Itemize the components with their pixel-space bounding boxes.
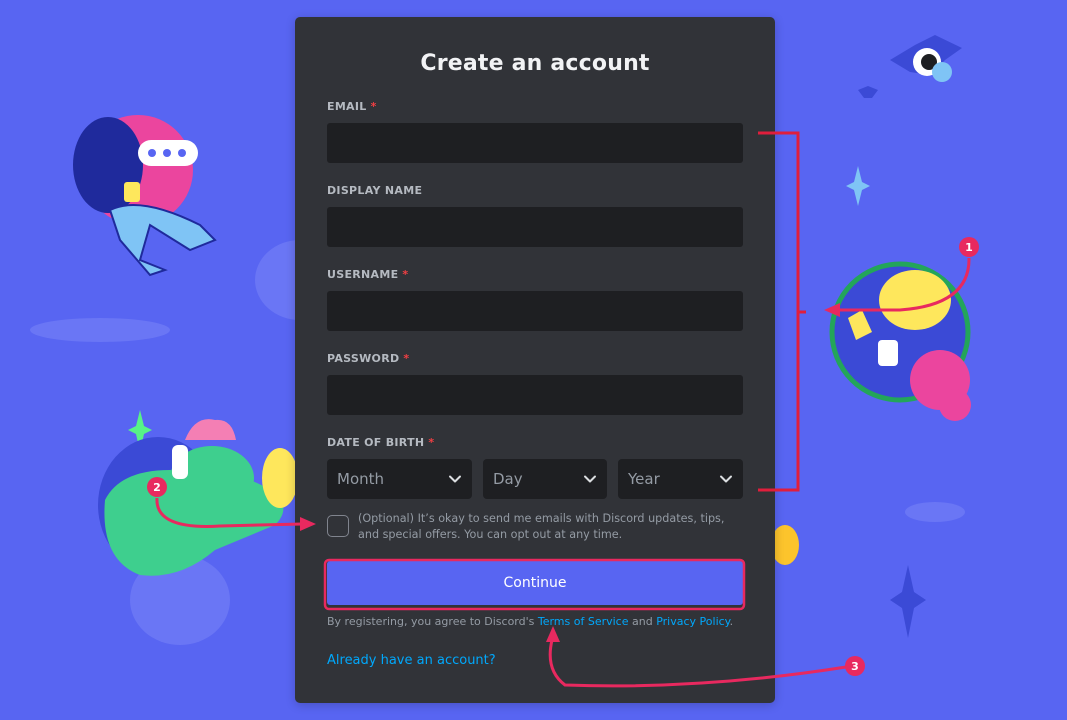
password-label-text: PASSWORD	[327, 352, 400, 365]
page-title: Create an account	[420, 51, 650, 76]
dob-label-text: DATE OF BIRTH	[327, 436, 425, 449]
terms-suffix: .	[729, 615, 734, 628]
display-name-label: DISPLAY NAME	[327, 184, 422, 197]
day-select-value: Day	[493, 470, 523, 488]
login-link[interactable]: Already have an account?	[327, 653, 496, 668]
month-select-value: Month	[337, 470, 385, 488]
email-label-text: EMAIL	[327, 100, 367, 113]
terms-middle: and	[628, 615, 657, 628]
email-label: EMAIL *	[327, 100, 377, 113]
display-name-field[interactable]	[327, 207, 743, 247]
email-field[interactable]	[327, 123, 743, 163]
terms-notice: By registering, you agree to Discord's T…	[327, 615, 733, 628]
email-optin-text: (Optional) It’s okay to send me emails w…	[358, 512, 725, 541]
display-name-label-text: DISPLAY NAME	[327, 184, 423, 197]
terms-prefix: By registering, you agree to Discord's	[327, 615, 538, 628]
username-field[interactable]	[327, 291, 743, 331]
password-field[interactable]	[327, 375, 743, 415]
username-label-text: USERNAME	[327, 268, 399, 281]
required-mark: *	[403, 352, 410, 365]
required-mark: *	[402, 268, 409, 281]
year-select[interactable]: Year	[618, 459, 743, 499]
register-card: Create an account EMAIL * DISPLAY NAME US…	[295, 17, 775, 703]
dancing-character-illustration	[829, 261, 971, 421]
month-select[interactable]: Month	[327, 459, 472, 499]
terms-of-service-link[interactable]: Terms of Service	[538, 615, 629, 628]
bat-character-illustration	[858, 35, 962, 98]
chevron-down-icon	[449, 475, 461, 483]
continue-button[interactable]: Continue	[327, 561, 743, 605]
required-mark: *	[370, 100, 377, 113]
password-label: PASSWORD *	[327, 352, 409, 365]
required-mark: *	[428, 436, 435, 449]
year-select-value: Year	[628, 470, 660, 488]
chevron-down-icon	[720, 475, 732, 483]
reading-character-illustration	[73, 115, 217, 277]
email-optin-checkbox[interactable]	[327, 515, 349, 537]
dob-label: DATE OF BIRTH *	[327, 436, 434, 449]
chevron-down-icon	[584, 475, 596, 483]
username-label: USERNAME *	[327, 268, 408, 281]
privacy-policy-link[interactable]: Privacy Policy	[656, 615, 729, 628]
day-select[interactable]: Day	[483, 459, 607, 499]
